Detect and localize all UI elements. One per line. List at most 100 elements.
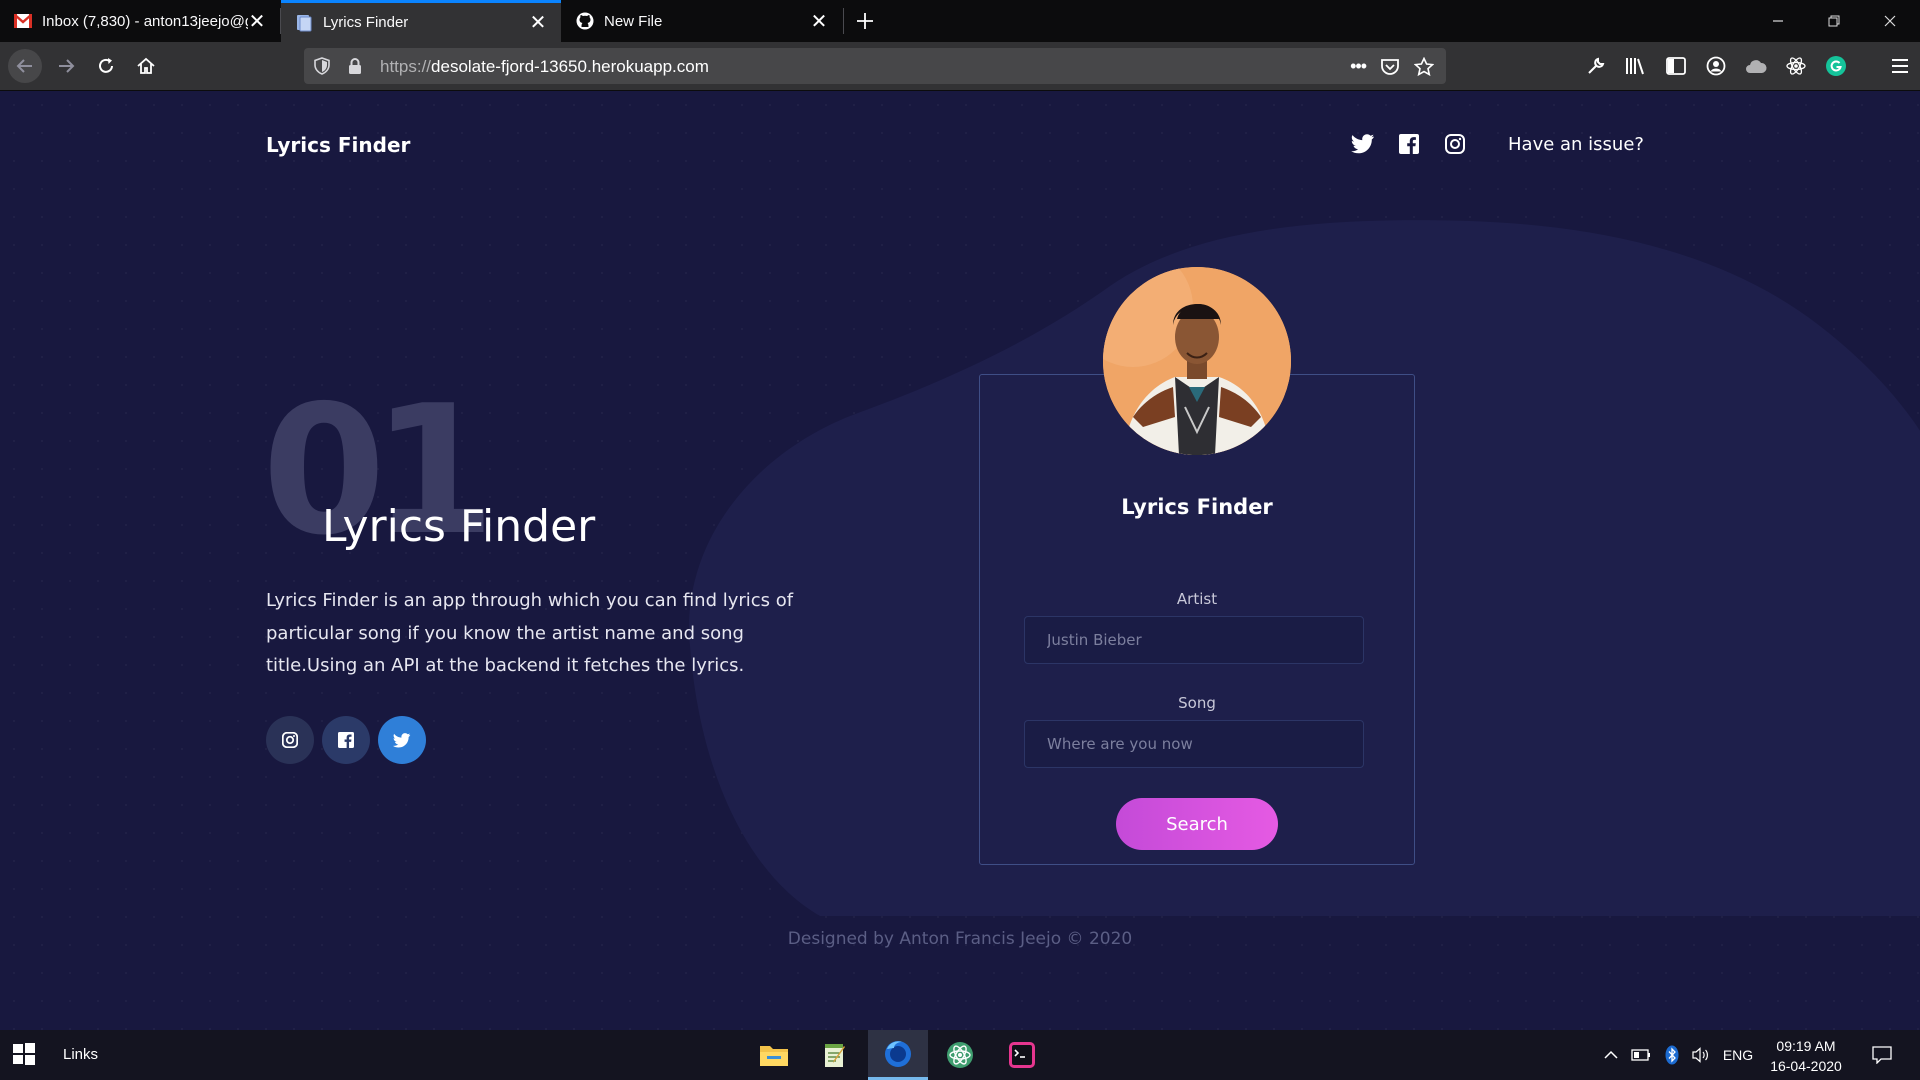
toolbar-separator xyxy=(1856,50,1880,82)
pocket-icon[interactable] xyxy=(1380,58,1400,76)
twitter-icon xyxy=(393,732,411,747)
battery-icon xyxy=(1631,1049,1650,1061)
instagram-button[interactable] xyxy=(266,716,314,764)
library-icon[interactable] xyxy=(1616,50,1656,82)
windows-logo-icon xyxy=(13,1043,35,1065)
card-title: Lyrics Finder xyxy=(1121,495,1273,519)
taskbar-file-explorer[interactable] xyxy=(744,1030,804,1080)
lock-icon[interactable] xyxy=(348,57,362,80)
arrow-left-icon xyxy=(16,59,32,73)
top-navigation: Have an issue? xyxy=(1340,129,1644,159)
hamburger-menu-icon[interactable] xyxy=(1880,50,1920,82)
sidebar-icon[interactable] xyxy=(1656,50,1696,82)
song-input[interactable] xyxy=(1024,720,1364,768)
browser-navigation-bar: https://desolate-fjord-13650.herokuapp.c… xyxy=(0,42,1920,91)
gmail-icon xyxy=(14,12,32,30)
bluetooth-icon xyxy=(1665,1045,1679,1065)
tab-separator xyxy=(843,8,844,34)
windows-taskbar: Links ENG 09:19 AM 16-04-2020 xyxy=(0,1030,1920,1080)
language-indicator[interactable]: ENG xyxy=(1720,1030,1756,1080)
extension-cloud-icon[interactable] xyxy=(1736,50,1776,82)
search-button[interactable]: Search xyxy=(1116,798,1278,850)
arrow-right-icon xyxy=(59,59,75,73)
facebook-icon[interactable] xyxy=(1386,129,1432,159)
avatar xyxy=(1103,267,1291,455)
reload-button[interactable] xyxy=(90,50,122,82)
volume-tray-button[interactable] xyxy=(1688,1030,1714,1080)
notepad-icon xyxy=(825,1044,845,1067)
browser-tab-bar: Inbox (7,830) - anton13jeejo@g ✕ Lyrics … xyxy=(0,0,1920,42)
account-icon[interactable] xyxy=(1696,50,1736,82)
tab-new-file[interactable]: New File ✕ xyxy=(562,0,842,42)
react-devtools-icon[interactable] xyxy=(1776,50,1816,82)
page-content: Lyrics Finder Have an issue? 01 Lyrics F… xyxy=(0,91,1920,1030)
grammarly-icon[interactable] xyxy=(1816,50,1856,82)
twitter-button[interactable] xyxy=(378,716,426,764)
close-window-button[interactable] xyxy=(1862,0,1918,42)
url-text[interactable]: https://desolate-fjord-13650.herokuapp.c… xyxy=(380,57,709,77)
instagram-icon xyxy=(282,732,298,748)
wrench-icon[interactable] xyxy=(1576,50,1616,82)
brand-logo[interactable]: Lyrics Finder xyxy=(266,133,410,157)
speaker-icon xyxy=(1692,1047,1708,1063)
social-buttons xyxy=(266,716,426,764)
new-tab-button[interactable] xyxy=(850,0,880,42)
firefox-icon xyxy=(885,1040,911,1067)
toolbar-icons xyxy=(1576,50,1920,82)
battery-tray-button[interactable] xyxy=(1628,1030,1654,1080)
artist-label: Artist xyxy=(1176,590,1218,608)
bookmark-star-icon[interactable] xyxy=(1414,56,1434,77)
hero-description: Lyrics Finder is an app through which yo… xyxy=(266,590,794,676)
reload-icon xyxy=(99,58,113,73)
close-tab-icon[interactable]: ✕ xyxy=(810,9,828,34)
clock-date: 16-04-2020 xyxy=(1770,1058,1842,1074)
page-actions-menu-icon[interactable]: ••• xyxy=(1350,56,1367,77)
show-hidden-icons-button[interactable] xyxy=(1598,1030,1624,1080)
github-icon xyxy=(576,12,594,30)
hero-title: Lyrics Finder xyxy=(322,501,596,552)
close-tab-icon[interactable]: ✕ xyxy=(248,9,266,34)
minimize-icon xyxy=(1773,20,1783,22)
taskbar-notepad[interactable] xyxy=(805,1030,865,1080)
chevron-up-icon xyxy=(1604,1050,1618,1059)
home-icon xyxy=(137,57,155,74)
url-actions: ••• xyxy=(1350,56,1434,77)
shield-icon[interactable] xyxy=(314,57,330,80)
taskbar-terminal[interactable] xyxy=(992,1030,1052,1080)
clock[interactable]: 09:19 AM 16-04-2020 xyxy=(1762,1036,1850,1076)
artist-input[interactable] xyxy=(1024,616,1364,664)
tab-title: Inbox (7,830) - anton13jeejo@g xyxy=(42,12,248,30)
footer-credit: Designed by Anton Francis Jeejo © 2020 xyxy=(787,929,1133,949)
plus-icon xyxy=(857,13,873,29)
facebook-icon xyxy=(338,732,354,748)
taskbar-atom[interactable] xyxy=(930,1030,990,1080)
minimize-button[interactable] xyxy=(1750,0,1806,42)
clock-time: 09:19 AM xyxy=(1776,1038,1836,1054)
song-label: Song xyxy=(1178,694,1216,712)
forward-button[interactable] xyxy=(50,50,82,82)
twitter-icon[interactable] xyxy=(1340,129,1386,159)
restore-icon xyxy=(1828,15,1840,27)
home-button[interactable] xyxy=(130,50,162,82)
back-button[interactable] xyxy=(8,49,42,83)
page-icon xyxy=(295,14,313,32)
tab-title: New File xyxy=(604,12,663,30)
url-bar[interactable]: https://desolate-fjord-13650.herokuapp.c… xyxy=(304,48,1446,84)
links-toolbar[interactable]: Links xyxy=(63,1046,98,1063)
tab-inbox[interactable]: Inbox (7,830) - anton13jeejo@g ✕ xyxy=(0,0,280,42)
restore-button[interactable] xyxy=(1806,0,1862,42)
issue-link[interactable]: Have an issue? xyxy=(1508,134,1644,155)
close-icon xyxy=(1884,15,1896,27)
bluetooth-tray-button[interactable] xyxy=(1660,1030,1684,1080)
action-center-button[interactable] xyxy=(1862,1030,1902,1080)
tab-lyrics-finder[interactable]: Lyrics Finder ✕ xyxy=(281,0,561,42)
tab-title: Lyrics Finder xyxy=(323,14,409,31)
taskbar-firefox[interactable] xyxy=(868,1030,928,1080)
facebook-button[interactable] xyxy=(322,716,370,764)
close-tab-icon[interactable]: ✕ xyxy=(529,10,547,35)
terminal-icon xyxy=(1009,1042,1035,1068)
windows-start-button[interactable] xyxy=(12,1042,36,1071)
url-host: desolate-fjord-13650.herokuapp.com xyxy=(431,57,709,76)
instagram-icon[interactable] xyxy=(1432,129,1478,159)
url-protocol: https:// xyxy=(380,57,432,76)
